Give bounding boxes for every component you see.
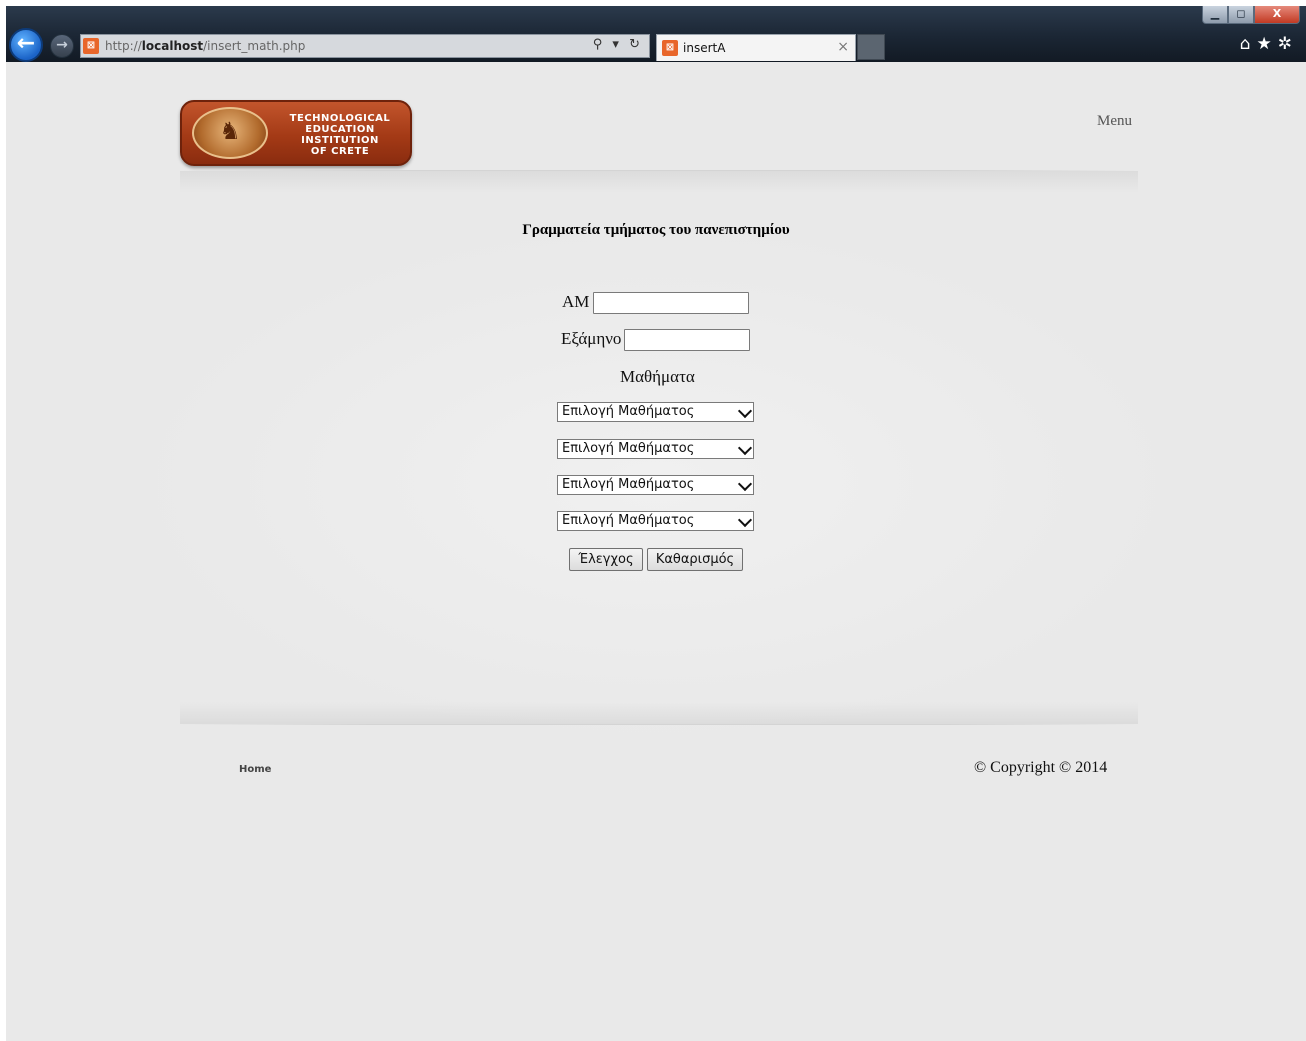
course-select-2[interactable]: Επιλογή Μαθήματος: [557, 439, 754, 459]
gear-icon[interactable]: ✲: [1278, 34, 1292, 54]
url-host: localhost: [141, 39, 204, 53]
check-button[interactable]: Έλεγχος: [569, 548, 643, 571]
url-prefix: http://: [105, 39, 142, 53]
toolbar-icons: ⌂ ★ ✲: [1234, 34, 1292, 54]
course-select-1[interactable]: Επιλογή Μαθήματος: [557, 402, 754, 422]
am-label: ΑΜ: [562, 292, 590, 311]
course-select-value: Επιλογή Μαθήματος: [562, 477, 695, 492]
clear-button[interactable]: Καθαρισμός: [647, 548, 743, 571]
semester-label: Εξάμηνο: [561, 329, 622, 348]
close-window-button[interactable]: X: [1254, 6, 1300, 24]
window-controls: ▁ ◻ X: [1202, 6, 1300, 24]
courses-label: Μαθήματα: [620, 367, 695, 386]
browser-toolbar: ▁ ◻ X ← → ⊠ http://localhost/insert_math…: [6, 6, 1306, 62]
tab-favicon-icon: ⊠: [662, 40, 678, 56]
course-select-3[interactable]: Επιλογή Μαθήματος: [557, 475, 754, 495]
url-path: /insert_math.php: [203, 39, 306, 53]
star-icon[interactable]: ★: [1257, 34, 1272, 54]
search-refresh-icons[interactable]: ⚲ ▾ ↻: [593, 37, 643, 52]
back-arrow-icon[interactable]: ←: [9, 28, 43, 62]
seal-icon: ♞: [192, 107, 268, 159]
home-link[interactable]: Home: [239, 764, 271, 775]
footer-divider-shadow: [180, 702, 1138, 724]
chevron-down-icon: [737, 403, 753, 419]
new-tab-button[interactable]: [857, 34, 885, 60]
footer-divider: [180, 724, 1138, 725]
tab-title: insertA: [683, 41, 726, 55]
url-text: http://localhost/insert_math.php: [105, 39, 305, 53]
semester-field[interactable]: [624, 329, 750, 351]
chevron-down-icon: [737, 440, 753, 456]
forward-arrow-icon[interactable]: →: [50, 34, 74, 58]
course-select-value: Επιλογή Μαθήματος: [562, 404, 695, 419]
address-bar[interactable]: ⊠ http://localhost/insert_math.php ⚲ ▾ ↻: [80, 34, 650, 58]
logo-text: TECHNOLOGICAL EDUCATION INSTITUTION OF C…: [289, 113, 391, 157]
minimize-button[interactable]: ▁: [1202, 6, 1228, 24]
menu-link[interactable]: Menu: [1097, 113, 1132, 130]
header-divider-shadow: [180, 171, 1138, 193]
course-select-4[interactable]: Επιλογή Μαθήματος: [557, 511, 754, 531]
course-select-value: Επιλογή Μαθήματος: [562, 441, 695, 456]
favicon-icon: ⊠: [83, 38, 99, 54]
page-title: Γραμματεία τμήματος του πανεπιστημίου: [522, 222, 790, 238]
chevron-down-icon: [737, 512, 753, 528]
close-icon[interactable]: ×: [837, 39, 849, 55]
am-field[interactable]: [593, 292, 749, 314]
copyright-text: © Copyright © 2014: [974, 759, 1108, 776]
chevron-down-icon: [737, 476, 753, 492]
tab-inserta[interactable]: ⊠ insertA ×: [656, 34, 856, 61]
logo[interactable]: ♞ TECHNOLOGICAL EDUCATION INSTITUTION OF…: [180, 100, 412, 166]
home-icon[interactable]: ⌂: [1240, 34, 1251, 54]
course-select-value: Επιλογή Μαθήματος: [562, 513, 695, 528]
restore-button[interactable]: ◻: [1228, 6, 1254, 24]
page-content: ♞ TECHNOLOGICAL EDUCATION INSTITUTION OF…: [6, 62, 1306, 1041]
